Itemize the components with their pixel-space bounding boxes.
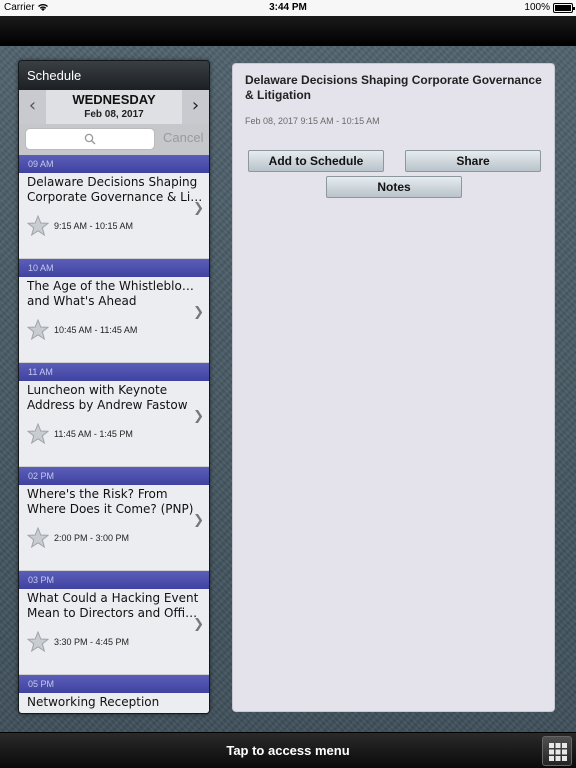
chevron-right-icon: ❯ [193,617,204,632]
grid-menu-icon[interactable] [542,736,572,766]
session-title-line: Delaware Decisions Shaping [27,175,198,189]
chevron-right-icon: ❯ [193,201,204,216]
chevron-right-icon[interactable]: › [182,90,209,124]
day-name: WEDNESDAY [72,92,156,107]
schedule-title: Schedule [19,61,209,90]
session-title-line: and What's Ahead [27,294,137,308]
session-title: Luncheon with Keynote Address by Andrew … [27,383,203,413]
session-item[interactable]: What Could a Hacking Event Mean to Direc… [19,589,209,675]
battery-icon [553,3,575,13]
chevron-right-icon: ❯ [193,409,204,424]
session-title: The Age of the Whistleblower and What's … [27,279,203,309]
session-group: 09 AM Delaware Decisions Shaping Corpora… [19,155,209,259]
session-time: 3:30 PM - 4:45 PM [54,637,130,647]
session-list: 09 AM Delaware Decisions Shaping Corpora… [19,155,209,713]
session-time: 11:45 AM - 1:45 PM [54,429,133,439]
search-cancel-button[interactable]: Cancel [163,130,203,145]
day-date: Feb 08, 2017 [84,109,144,120]
detail-datetime: Feb 08, 2017 9:15 AM - 10:15 AM [245,116,380,126]
battery-percent: 100% [524,2,550,13]
star-icon[interactable] [27,527,49,549]
star-icon[interactable] [27,631,49,653]
session-time: 10:45 AM - 11:45 AM [54,325,138,335]
schedule-panel: Schedule ‹ WEDNESDAY Feb 08, 2017 › Canc… [18,60,210,714]
time-header: 11 AM [19,363,209,381]
bottom-menu-bar[interactable]: Tap to access menu [0,732,576,768]
session-title: Where's the Risk? From Where Does it Com… [27,487,203,517]
status-time: 3:44 PM [269,2,307,13]
time-header: 02 PM [19,467,209,485]
session-group: 05 PM Networking Reception [19,675,209,713]
session-title-line: The Age of the Whistleblower [27,279,203,293]
session-item[interactable]: The Age of the Whistleblower and What's … [19,277,209,363]
session-title-line: Address by Andrew Fastow [27,398,188,412]
day-navigator: ‹ WEDNESDAY Feb 08, 2017 › [19,90,209,124]
session-group: 10 AM The Age of the Whistleblower and W… [19,259,209,363]
time-header: 09 AM [19,155,209,173]
session-title-line: What Could a Hacking Event [27,591,199,605]
menu-hint-label[interactable]: Tap to access menu [0,743,576,758]
time-header: 10 AM [19,259,209,277]
search-icon [84,133,96,145]
session-group: 02 PM Where's the Risk? From Where Does … [19,467,209,571]
chevron-left-icon[interactable]: ‹ [19,90,46,124]
star-icon[interactable] [27,215,49,237]
session-item[interactable]: Delaware Decisions Shaping Corporate Gov… [19,173,209,259]
star-icon[interactable] [27,423,49,445]
session-title-line: Mean to Directors and Office... [27,606,203,620]
session-item[interactable]: Networking Reception [19,693,209,713]
session-time: 2:00 PM - 3:00 PM [54,533,130,543]
top-navigation-bar [0,16,576,46]
session-title-line: Corporate Governance & Liti... [27,190,203,204]
chevron-right-icon: ❯ [193,305,204,320]
session-title-line: Where's the Risk? From [27,487,168,501]
notes-button[interactable]: Notes [326,176,462,198]
add-to-schedule-button[interactable]: Add to Schedule [248,150,384,172]
time-header: 05 PM [19,675,209,693]
session-item[interactable]: Where's the Risk? From Where Does it Com… [19,485,209,571]
star-icon[interactable] [27,319,49,341]
share-button[interactable]: Share [405,150,541,172]
session-title-line: Networking Reception [27,695,160,709]
session-time: 9:15 AM - 10:15 AM [54,221,134,231]
chevron-right-icon: ❯ [193,513,204,528]
session-title: Networking Reception [27,695,203,710]
session-group: 11 AM Luncheon with Keynote Address by A… [19,363,209,467]
detail-title: Delaware Decisions Shaping Corporate Gov… [245,73,542,102]
status-bar: Carrier 3:44 PM 100% [0,0,576,16]
session-title-line: Luncheon with Keynote [27,383,168,397]
search-input[interactable] [25,128,155,150]
session-title: What Could a Hacking Event Mean to Direc… [27,591,203,621]
session-detail-panel: Delaware Decisions Shaping Corporate Gov… [232,63,555,712]
session-item[interactable]: Luncheon with Keynote Address by Andrew … [19,381,209,467]
session-title-line: Where Does it Come? (PNP) [27,502,194,516]
session-title: Delaware Decisions Shaping Corporate Gov… [27,175,203,205]
grid-menu-glyph-icon [549,743,567,761]
time-header: 03 PM [19,571,209,589]
session-group: 03 PM What Could a Hacking Event Mean to… [19,571,209,675]
search-bar: Cancel [19,124,209,155]
